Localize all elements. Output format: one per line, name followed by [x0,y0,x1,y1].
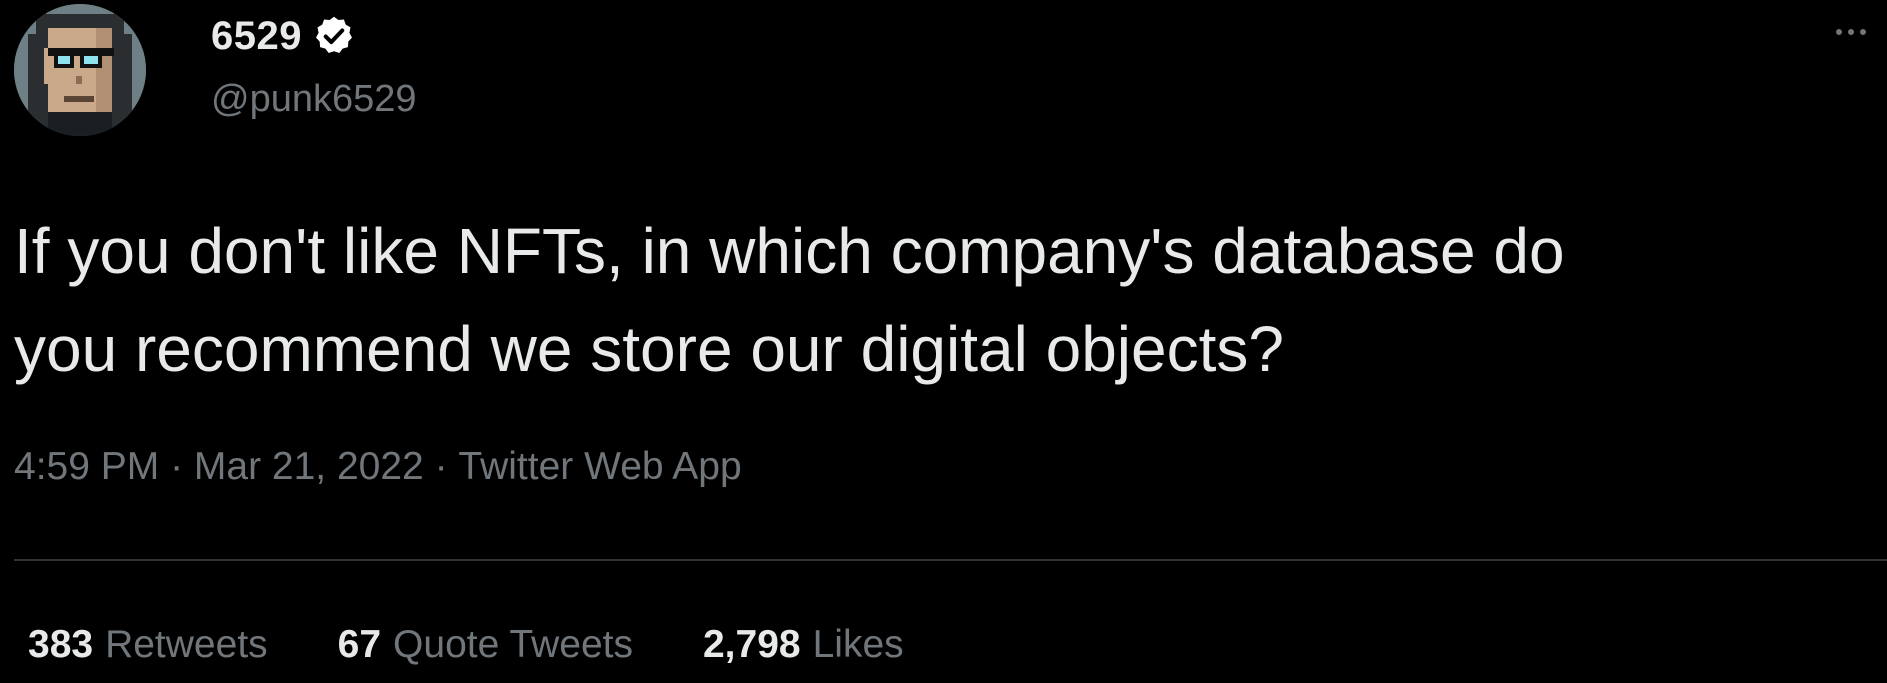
likes-count: 2,798 [702,623,801,666]
tweet-source[interactable]: Twitter Web App [458,445,741,489]
tweet-time[interactable]: 4:59 PM [14,445,159,489]
pixel-punk-avatar-icon [14,4,146,136]
meta-separator: · [159,445,194,488]
quote-tweets-label: Quote Tweets [393,623,633,666]
author-handle[interactable]: @punk6529 [211,78,417,121]
quote-tweets-count: 67 [337,623,382,666]
tweet-meta: 4:59 PM · Mar 21, 2022 · Twitter Web App [14,445,742,489]
likes-label: Likes [812,623,904,666]
tweet-date[interactable]: Mar 21, 2022 [194,445,424,489]
quote-tweets-stat[interactable]: 67 Quote Tweets [338,623,633,667]
likes-stat[interactable]: 2,798 Likes [703,623,904,667]
author-avatar[interactable] [14,4,146,136]
retweets-label: Retweets [105,623,268,666]
tweet-text: If you don't like NFTs, in which company… [14,215,1565,385]
verified-check-icon [312,14,356,58]
meta-separator: · [423,445,459,488]
more-options-icon [1836,29,1842,35]
retweets-stat[interactable]: 383 Retweets [28,623,268,667]
more-options-icon-dot [1860,29,1866,35]
more-options-button[interactable] [1836,14,1887,50]
tweet-detail: 6529 @punk6529 If you don't like NFTs, i… [0,0,1887,683]
tweet-stats: 383 Retweets 67 Quote Tweets 2,798 Likes [28,623,904,667]
retweets-count: 383 [28,623,94,666]
author-display-name[interactable]: 6529 [211,14,302,59]
divider [14,559,1887,561]
more-options-icon-dot [1848,29,1854,35]
author-name-row: 6529 [211,10,356,62]
